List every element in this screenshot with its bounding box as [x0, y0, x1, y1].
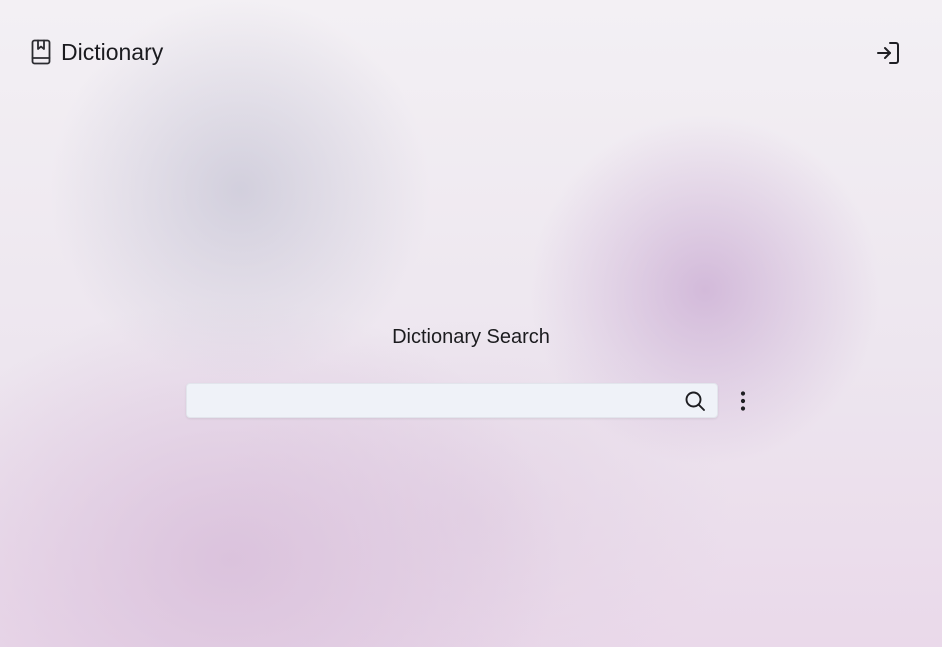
top-bar: Dictionary — [0, 0, 942, 106]
search-icon[interactable] — [684, 390, 706, 412]
brand[interactable]: Dictionary — [31, 37, 163, 67]
search-bar — [186, 383, 718, 418]
app-title: Dictionary — [61, 39, 164, 65]
book-bookmark-icon — [31, 39, 51, 65]
page-title: Dictionary Search — [392, 326, 550, 348]
log-in-icon[interactable] — [875, 40, 901, 66]
more-vertical-icon[interactable] — [731, 389, 755, 413]
search-input[interactable] — [187, 384, 671, 417]
